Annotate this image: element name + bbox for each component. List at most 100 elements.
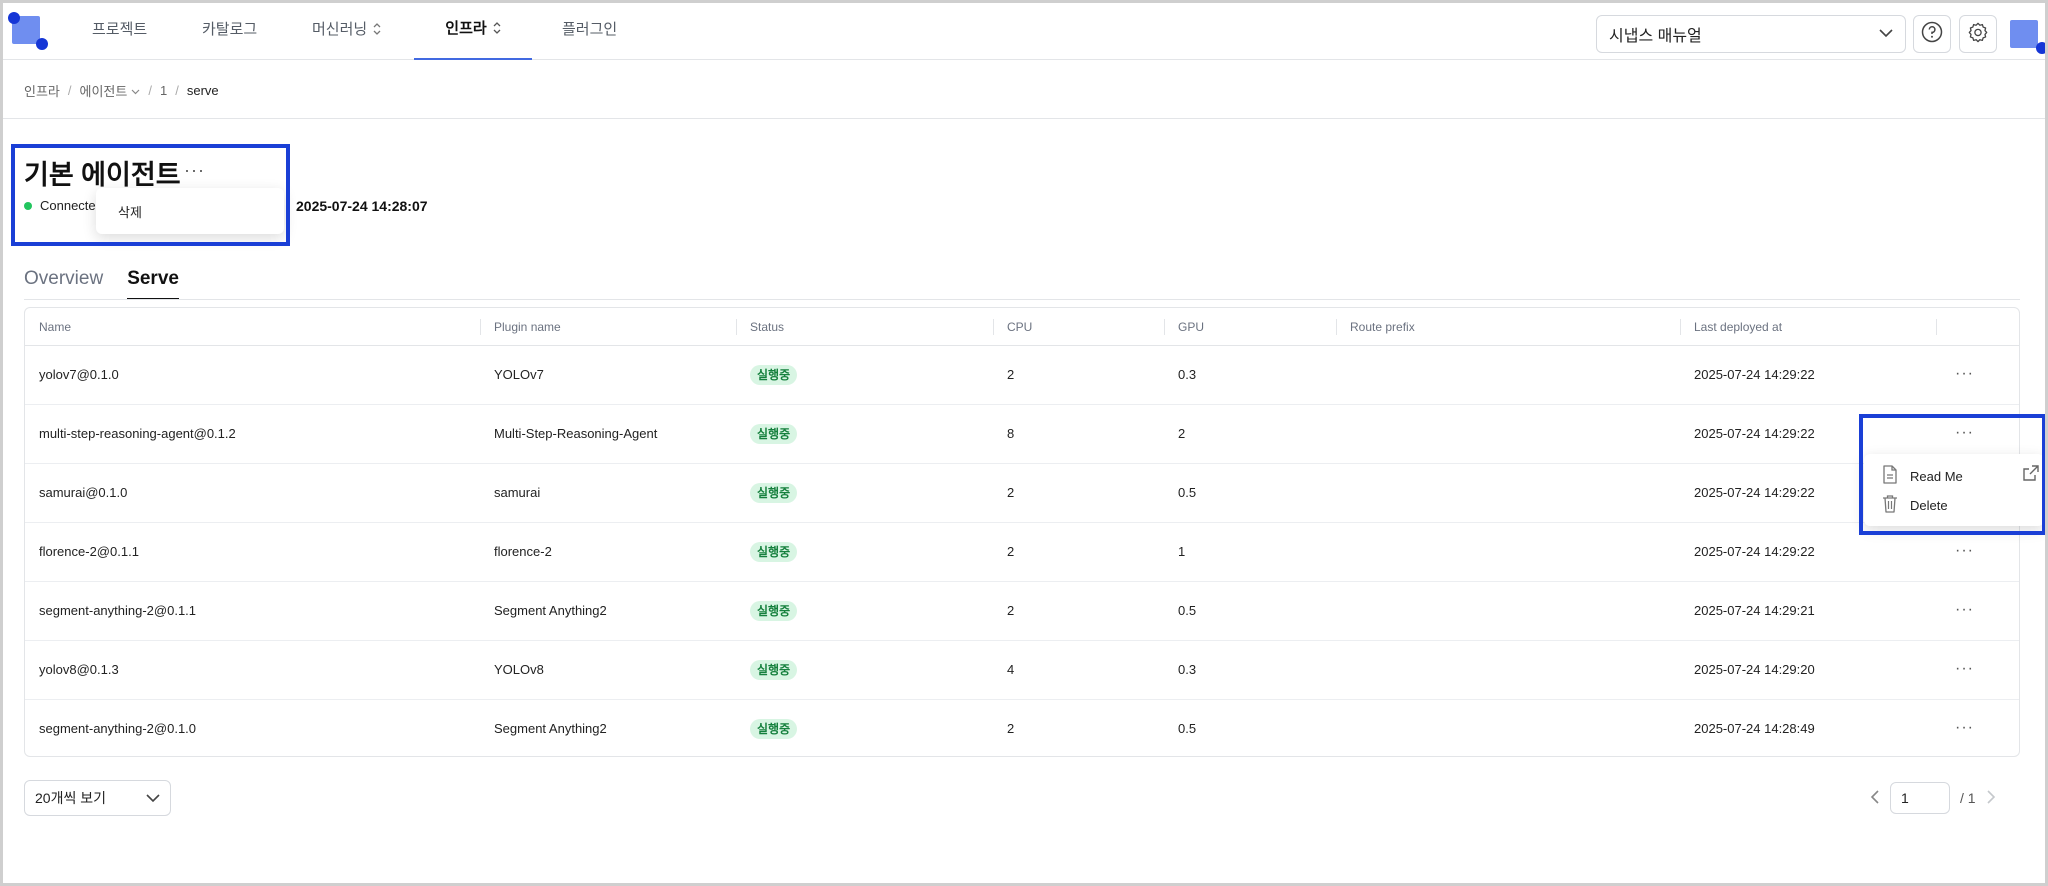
status-badge: 실행중 <box>750 365 798 385</box>
cell-deployed: 2025-07-24 14:29:22 <box>1694 426 1815 441</box>
cell-name: florence-2@0.1.1 <box>39 544 139 559</box>
cell-deployed: 2025-07-24 14:29:22 <box>1694 367 1815 382</box>
nav-item-projects[interactable]: 프로젝트 <box>88 0 151 60</box>
chevron-right-icon[interactable] <box>1986 789 1996 807</box>
cell-gpu: 0.5 <box>1178 721 1197 736</box>
status-badge: 실행중 <box>750 483 798 503</box>
nav-item-catalog[interactable]: 카탈로그 <box>198 0 261 60</box>
cell-plugin: florence-2 <box>494 544 552 559</box>
cell-deployed: 2025-07-24 14:28:49 <box>1694 721 1815 736</box>
help-button[interactable] <box>1913 15 1951 53</box>
help-icon <box>1921 21 1943 48</box>
nav-item-label: 인프라 <box>445 20 487 37</box>
chevron-left-icon[interactable] <box>1870 789 1880 807</box>
cell-plugin: samurai <box>494 485 541 500</box>
breadcrumb-item-id[interactable]: 1 <box>160 83 167 98</box>
divider <box>0 118 2048 119</box>
cell-route <box>1336 405 1350 463</box>
logo-icon[interactable] <box>8 12 48 50</box>
top-navigation: 프로젝트 카탈로그 머신러닝 인프라 플러그인 시냅스 매뉴얼 <box>0 0 2048 60</box>
breadcrumb-item-agent[interactable]: 에이전트 <box>80 81 141 100</box>
column-header-route: Route prefix <box>1336 308 1415 346</box>
cell-gpu: 2 <box>1178 426 1186 441</box>
gear-icon <box>1967 21 1989 48</box>
cell-deployed: 2025-07-24 14:29:22 <box>1694 485 1815 500</box>
nav-item-infra[interactable]: 인프라 <box>414 0 532 60</box>
cell-cpu: 2 <box>1007 485 1015 500</box>
status-badge: 실행중 <box>750 601 798 621</box>
row-more-button[interactable]: ··· <box>1955 641 1974 699</box>
table-row[interactable]: segment-anything-2@0.1.1 Segment Anything… <box>25 582 2019 641</box>
column-header-gpu: GPU <box>1164 308 1204 346</box>
nav-item-label: 카탈로그 <box>202 21 258 38</box>
column-header-deployed: Last deployed at <box>1680 308 1782 346</box>
cell-plugin: Multi-Step-Reasoning-Agent <box>494 426 658 441</box>
agent-last-time: 2025-07-24 14:28:07 <box>296 198 428 214</box>
table-row[interactable]: yolov8@0.1.3 YOLOv8 실행중 4 0.3 2025-07-24 14:2… <box>25 641 2019 700</box>
cell-route <box>1336 700 1350 756</box>
cell-cpu: 4 <box>1007 662 1015 677</box>
cell-cpu: 2 <box>1007 544 1015 559</box>
tab-bar: Overview Serve <box>24 268 179 300</box>
manual-select[interactable]: 시냅스 매뉴얼 <box>1596 15 1906 53</box>
status-badge: 실행중 <box>750 542 798 562</box>
settings-button[interactable] <box>1959 15 1997 53</box>
cell-status: 실행중 <box>736 405 798 463</box>
nav-item-label: 프로젝트 <box>92 21 148 38</box>
cell-gpu: 0.5 <box>1178 603 1197 618</box>
cell-route <box>1336 641 1350 699</box>
row-more-button[interactable]: ··· <box>1955 700 1974 756</box>
cell-name: multi-step-reasoning-agent@0.1.2 <box>39 426 236 441</box>
status-badge: 실행중 <box>750 424 798 444</box>
column-header-name: Name <box>39 320 72 334</box>
cell-gpu: 1 <box>1178 544 1186 559</box>
tab-serve[interactable]: Serve <box>127 268 179 300</box>
cell-gpu: 0.3 <box>1178 367 1197 382</box>
manual-select-value: 시냅스 매뉴얼 <box>1609 28 1702 45</box>
cell-status: 실행중 <box>736 523 798 581</box>
chevron-updown-icon <box>373 22 381 38</box>
column-header-cpu: CPU <box>993 308 1032 346</box>
column-header-status: Status <box>736 308 784 346</box>
cell-plugin: YOLOv8 <box>494 662 544 677</box>
table-row[interactable]: segment-anything-2@0.1.0 Segment Anything… <box>25 700 2019 756</box>
cell-route <box>1336 464 1350 522</box>
breadcrumb: 인프라 / 에이전트 / 1 / serve <box>24 80 219 100</box>
status-badge: 실행중 <box>750 719 798 739</box>
cell-cpu: 2 <box>1007 367 1015 382</box>
cell-status: 실행중 <box>736 582 798 640</box>
nav-item-machine-learning[interactable]: 머신러닝 <box>308 0 385 60</box>
page-size-select[interactable]: 20개씩 보기 <box>24 780 171 816</box>
nav-item-label: 머신러닝 <box>312 21 368 38</box>
cell-name: segment-anything-2@0.1.0 <box>39 721 197 736</box>
breadcrumb-item-infra[interactable]: 인프라 <box>24 81 60 100</box>
chevron-down-icon <box>1879 25 1893 43</box>
row-more-button[interactable]: ··· <box>1955 346 1974 404</box>
highlight-box <box>1859 414 2046 535</box>
table-row[interactable]: yolov7@0.1.0 YOLOv7 실행중 2 0.3 2025-07-24 14:2… <box>25 346 2019 405</box>
chevron-down-icon <box>146 790 160 806</box>
row-more-button[interactable]: ··· <box>1955 582 1974 640</box>
tab-overview[interactable]: Overview <box>24 268 103 300</box>
cell-status: 실행중 <box>736 641 798 699</box>
cell-deployed: 2025-07-24 14:29:21 <box>1694 603 1815 618</box>
nav-item-plugins[interactable]: 플러그인 <box>558 0 621 60</box>
cell-status: 실행중 <box>736 700 798 756</box>
page-number-input[interactable] <box>1890 782 1950 814</box>
table-row[interactable]: samurai@0.1.0 samurai 실행중 2 0.5 2025-07-24 14… <box>25 464 2019 523</box>
cell-route <box>1336 582 1350 640</box>
table-row[interactable]: florence-2@0.1.1 florence-2 실행중 2 1 2025-07-2… <box>25 523 2019 582</box>
chevron-down-icon <box>131 83 140 98</box>
cell-name: samurai@0.1.0 <box>39 485 128 500</box>
cell-plugin: YOLOv7 <box>494 367 544 382</box>
cell-deployed: 2025-07-24 14:29:22 <box>1694 544 1815 559</box>
table-row[interactable]: multi-step-reasoning-agent@0.1.2 Multi-St… <box>25 405 2019 464</box>
breadcrumb-separator: / <box>175 82 179 98</box>
serve-table: Name Plugin name Status CPU GPU Route pr… <box>24 307 2020 757</box>
avatar[interactable] <box>2006 18 2048 54</box>
cell-name: yolov8@0.1.3 <box>39 662 119 677</box>
status-badge: 실행중 <box>750 660 798 680</box>
cell-deployed: 2025-07-24 14:29:20 <box>1694 662 1815 677</box>
pagination: / 1 <box>1870 782 1996 814</box>
cell-name: yolov7@0.1.0 <box>39 367 119 382</box>
